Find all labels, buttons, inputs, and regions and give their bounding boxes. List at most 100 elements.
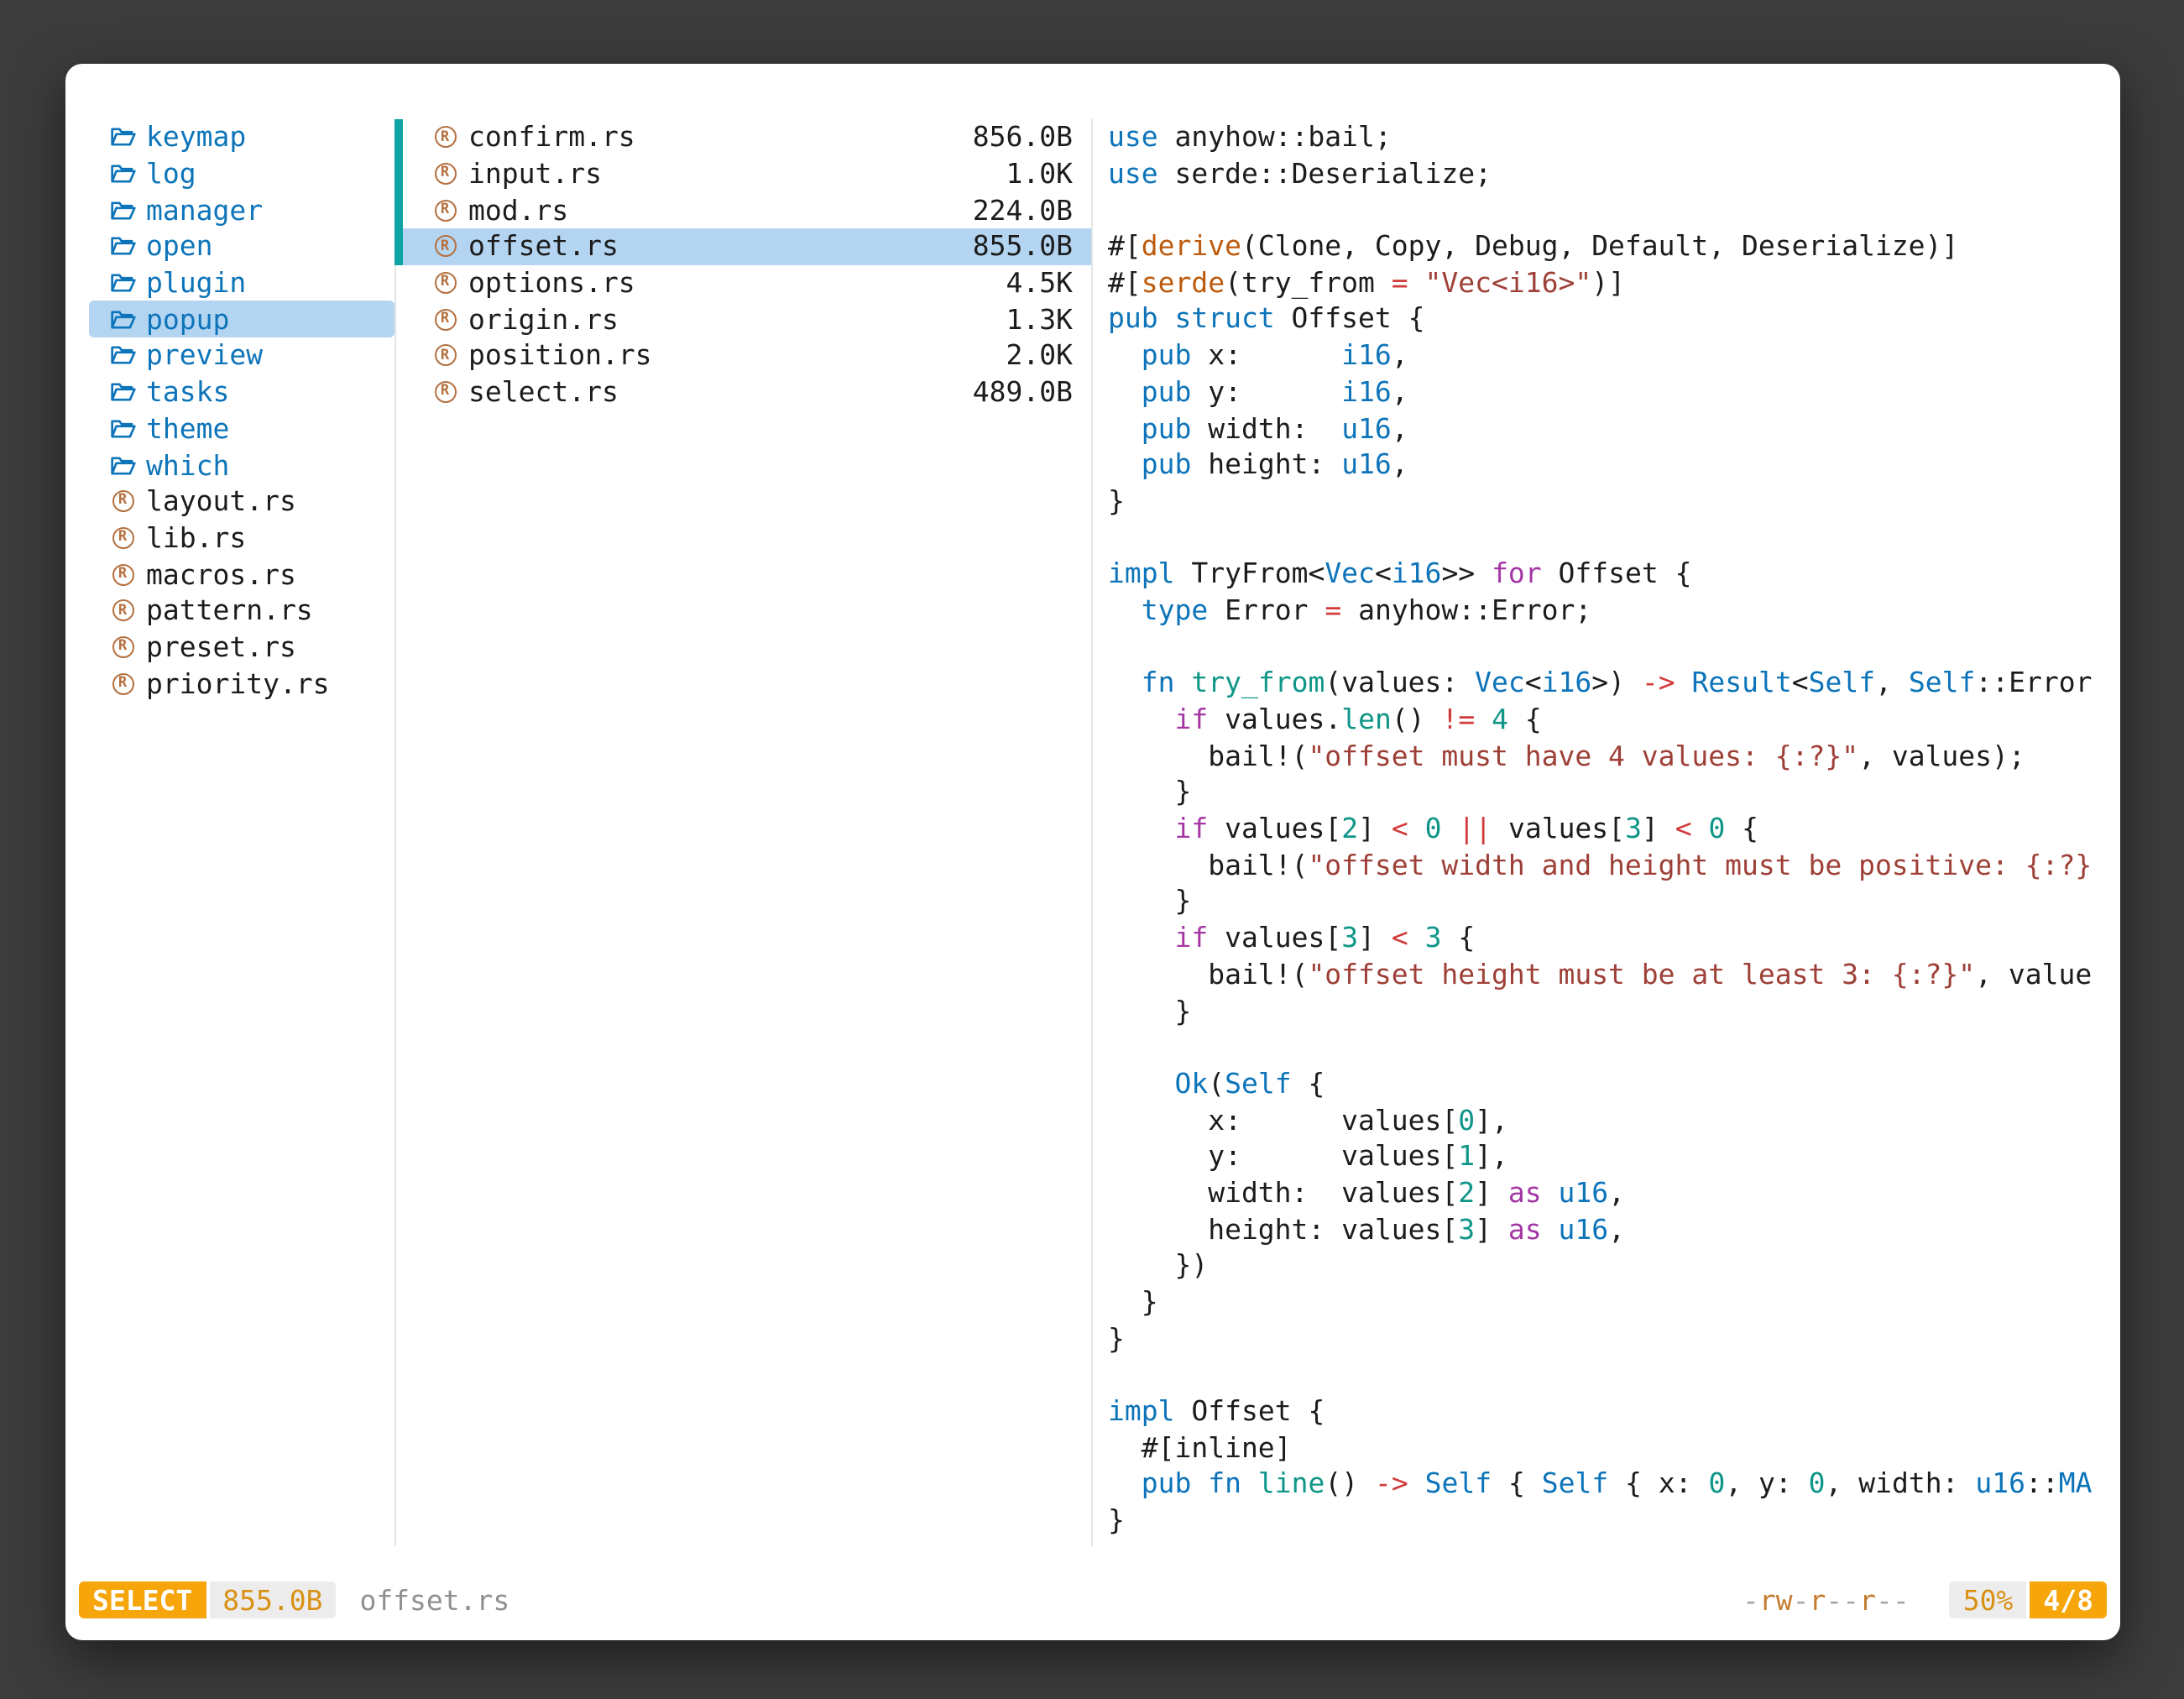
sidebar-item-lib-rs[interactable]: Rlib.rs	[89, 520, 394, 556]
file-row-input-rs[interactable]: Rinput.rs1.0K	[403, 155, 1091, 191]
file-name: select.rs	[468, 376, 619, 408]
hovered-filename: offset.rs	[359, 1584, 509, 1616]
preview-pane[interactable]: use anyhow::bail;use serde::Deserialize;…	[1108, 119, 2103, 1540]
file-row-confirm-rs[interactable]: Rconfirm.rs856.0B	[403, 119, 1091, 155]
rust-file-icon: R	[431, 233, 458, 260]
sidebar-item-label: which	[146, 449, 229, 481]
code-line: if values[3] < 3 {	[1108, 920, 2103, 956]
file-name: offset.rs	[468, 231, 619, 263]
rust-file-icon: R	[109, 598, 136, 625]
sidebar-item-label: open	[146, 231, 213, 263]
folder-icon	[109, 452, 136, 478]
sidebar-item-manager[interactable]: manager	[89, 192, 394, 228]
file-row-select-rs[interactable]: Rselect.rs489.0B	[403, 374, 1091, 410]
sidebar-item-macros-rs[interactable]: Rmacros.rs	[89, 557, 394, 593]
sidebar-item-label: plugin	[146, 267, 246, 299]
sidebar-item-priority-rs[interactable]: Rpriority.rs	[89, 666, 394, 702]
sidebar-item-label: layout.rs	[146, 485, 296, 517]
file-name: position.rs	[468, 340, 652, 372]
status-bar: SELECT 855.0B offset.rs -rw-r--r-- 50% 4…	[79, 1581, 2107, 1618]
code-line: use anyhow::bail;	[1108, 119, 2103, 155]
code-line: impl TryFrom<Vec<i16>> for Offset {	[1108, 557, 2103, 593]
sidebar-item-tasks[interactable]: tasks	[89, 374, 394, 410]
parent-pane: keymaplogmanager open plugin popup previewta…	[89, 119, 394, 702]
rust-file-icon: R	[109, 488, 136, 515]
rust-file-icon: R	[431, 306, 458, 333]
code-line: bail!("offset must have 4 values: {:?}",…	[1108, 738, 2103, 774]
file-name: confirm.rs	[468, 122, 635, 154]
terminal-window: keymaplogmanager open plugin popup previewta…	[65, 64, 2120, 1640]
code-line: #[inline]	[1108, 1430, 2103, 1466]
file-name: mod.rs	[468, 194, 568, 226]
code-line: pub fn line() -> Self { Self { x: 0, y: …	[1108, 1466, 2103, 1503]
sidebar-item-preset-rs[interactable]: Rpreset.rs	[89, 629, 394, 665]
sidebar-item-label: manager	[146, 194, 263, 226]
code-line: bail!("offset width and height must be p…	[1108, 848, 2103, 884]
file-row-options-rs[interactable]: Roptions.rs4.5K	[403, 265, 1091, 301]
code-line: y: values[1],	[1108, 1139, 2103, 1175]
code-line: if values[2] < 0 || values[3] < 0 {	[1108, 811, 2103, 847]
code-line: }	[1108, 884, 2103, 920]
code-line	[1108, 629, 2103, 665]
code-line: }	[1108, 775, 2103, 811]
code-line: height: values[3] as u16,	[1108, 1211, 2103, 1247]
code-line	[1108, 1029, 2103, 1065]
file-permissions: -rw-r--r--	[1742, 1584, 1910, 1616]
sidebar-item-label: macros.rs	[146, 558, 296, 590]
file-size: 1.0K	[1006, 158, 1074, 190]
code-line: if values.len() != 4 {	[1108, 702, 2103, 738]
code-line: fn try_from(values: Vec<i16>) -> Result<…	[1108, 666, 2103, 702]
file-row-position-rs[interactable]: Rposition.rs2.0K	[403, 337, 1091, 374]
code-line: }	[1108, 1320, 2103, 1357]
file-row-origin-rs[interactable]: Rorigin.rs1.3K	[403, 301, 1091, 337]
folder-icon	[109, 269, 136, 296]
code-line: }	[1108, 993, 2103, 1029]
rust-file-icon: R	[109, 525, 136, 552]
sidebar-item-popup[interactable]: popup	[89, 301, 394, 337]
sidebar-item-label: priority.rs	[146, 667, 330, 699]
sidebar-item-preview[interactable]: preview	[89, 337, 394, 374]
folder-icon	[109, 306, 136, 333]
sidebar-item-log[interactable]: log	[89, 155, 394, 191]
code-line: pub y: i16,	[1108, 374, 2103, 410]
code-line: use serde::Deserialize;	[1108, 155, 2103, 191]
code-line: pub height: u16,	[1108, 447, 2103, 483]
code-line	[1108, 192, 2103, 228]
code-line: Ok(Self {	[1108, 1066, 2103, 1102]
pane-divider-right	[1091, 119, 1093, 1546]
sidebar-item-label: preview	[146, 340, 263, 372]
sidebar-item-pattern-rs[interactable]: Rpattern.rs	[89, 593, 394, 629]
code-line: type Error = anyhow::Error;	[1108, 593, 2103, 629]
file-size: 1.3K	[1006, 304, 1074, 336]
sidebar-item-open[interactable]: open	[89, 228, 394, 264]
sidebar-item-keymap[interactable]: keymap	[89, 119, 394, 155]
file-name: options.rs	[468, 267, 635, 299]
sidebar-item-layout-rs[interactable]: Rlayout.rs	[89, 484, 394, 520]
sidebar-item-theme[interactable]: theme	[89, 410, 394, 447]
file-name: input.rs	[468, 158, 602, 190]
file-list-scrollbar[interactable]	[394, 119, 403, 265]
code-line: impl Offset {	[1108, 1393, 2103, 1430]
file-row-mod-rs[interactable]: Rmod.rs224.0B	[403, 192, 1091, 228]
file-row-offset-rs[interactable]: Roffset.rs 855.0B	[403, 228, 1091, 264]
code-line: }	[1108, 1284, 2103, 1320]
scroll-percent-badge: 50%	[1950, 1581, 2027, 1618]
code-line: }	[1108, 484, 2103, 520]
folder-icon	[109, 233, 136, 260]
sidebar-item-which[interactable]: which	[89, 447, 394, 483]
mode-badge: SELECT	[79, 1581, 206, 1618]
rust-file-icon: R	[431, 269, 458, 296]
rust-file-icon: R	[431, 379, 458, 405]
code-line: x: values[0],	[1108, 1102, 2103, 1138]
file-size: 855.0B	[973, 231, 1073, 263]
folder-icon	[109, 342, 136, 369]
file-size: 2.0K	[1006, 340, 1074, 372]
code-line	[1108, 1357, 2103, 1393]
sidebar-item-label: popup	[146, 304, 229, 336]
sidebar-item-label: pattern.rs	[146, 595, 313, 627]
sidebar-item-plugin[interactable]: plugin	[89, 265, 394, 301]
sidebar-item-label: lib.rs	[146, 522, 246, 554]
code-line: #[derive(Clone, Copy, Debug, Default, De…	[1108, 228, 2103, 264]
code-line: bail!("offset height must be at least 3:…	[1108, 957, 2103, 993]
code-line	[1108, 520, 2103, 556]
